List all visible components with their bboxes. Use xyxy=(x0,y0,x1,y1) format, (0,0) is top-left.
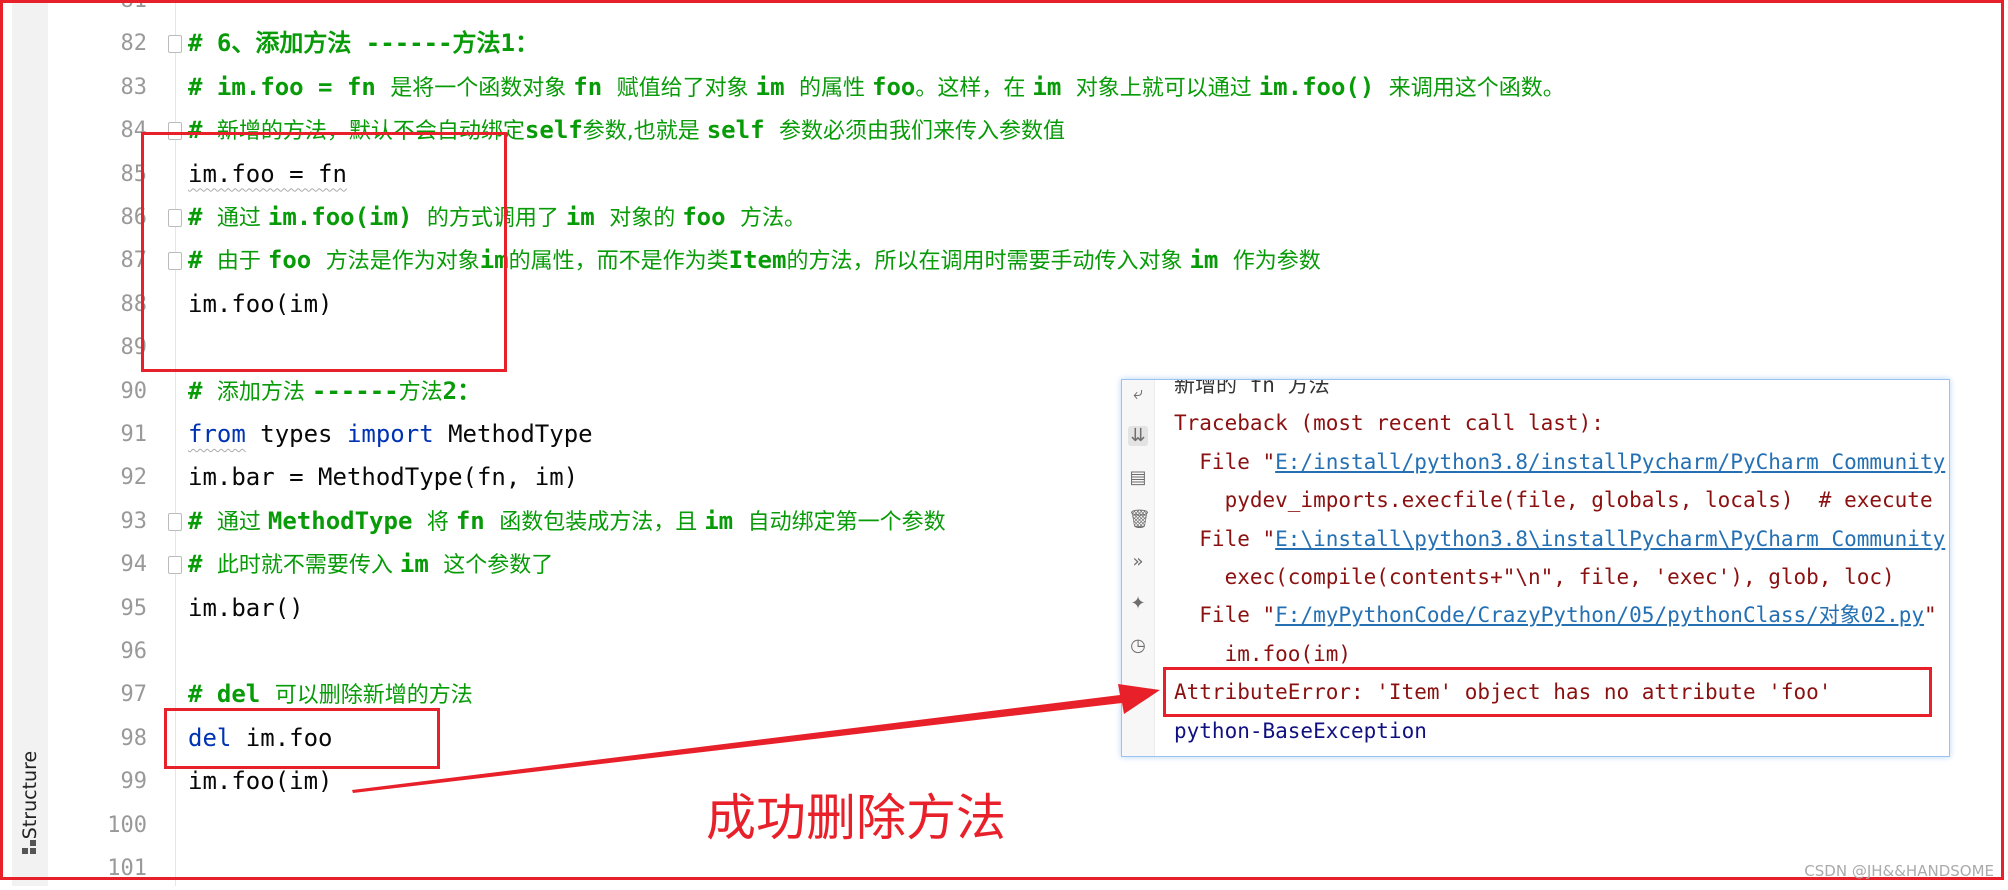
annotation-arrow xyxy=(352,684,1160,793)
annotation-text: 成功删除方法 xyxy=(706,789,1006,847)
watermark: CSDN @JH&&HANDSOME xyxy=(1804,862,1994,880)
